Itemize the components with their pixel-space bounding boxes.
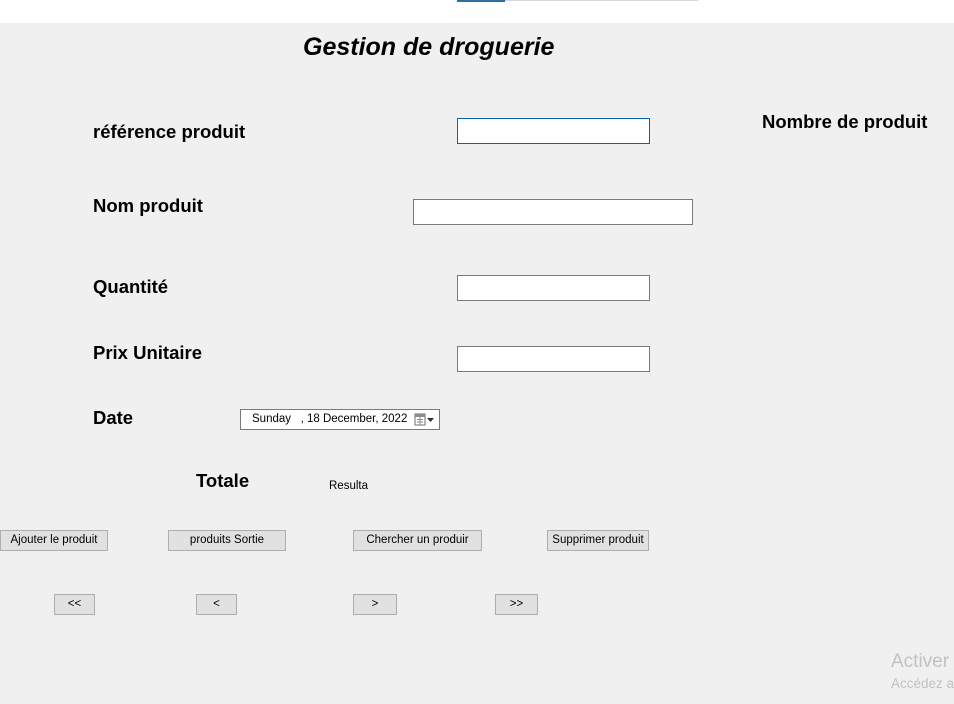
name-input[interactable] bbox=[413, 199, 693, 225]
reference-label: référence produit bbox=[93, 121, 246, 142]
product-count-label: Nombre de produit bbox=[762, 111, 928, 132]
date-label: Date bbox=[93, 407, 134, 428]
date-value: Sunday , 18 December, 2022 bbox=[252, 413, 408, 425]
next-record-button[interactable]: > bbox=[353, 594, 397, 615]
unit-price-input[interactable] bbox=[457, 346, 650, 372]
date-picker[interactable]: Sunday , 18 December, 2022 bbox=[240, 409, 440, 430]
total-label: Totale bbox=[196, 470, 250, 491]
top-strip bbox=[0, 0, 954, 23]
tab-divider-line bbox=[505, 0, 698, 1]
name-label: Nom produit bbox=[93, 195, 203, 216]
first-record-button[interactable]: << bbox=[54, 594, 95, 615]
search-product-button[interactable]: Chercher un produir bbox=[353, 530, 482, 551]
last-record-button[interactable]: >> bbox=[495, 594, 538, 615]
quantity-label: Quantité bbox=[93, 276, 169, 297]
quantity-input[interactable] bbox=[457, 275, 650, 301]
form-panel: Gestion de droguerie référence produit N… bbox=[0, 23, 954, 704]
activation-watermark-subtitle: Accédez a bbox=[891, 676, 954, 691]
products-out-button[interactable]: produits Sortie bbox=[168, 530, 286, 551]
reference-input[interactable] bbox=[457, 118, 650, 144]
activation-watermark-title: Activer bbox=[891, 651, 950, 672]
total-result: Resulta bbox=[329, 480, 368, 492]
delete-product-button[interactable]: Supprimer produit bbox=[547, 530, 649, 551]
tab-accent-line bbox=[457, 0, 505, 2]
unit-price-label: Prix Unitaire bbox=[93, 342, 202, 363]
add-product-button[interactable]: Ajouter le produit bbox=[0, 530, 108, 551]
previous-record-button[interactable]: < bbox=[196, 594, 237, 615]
form-title: Gestion de droguerie bbox=[303, 33, 555, 61]
calendar-dropdown-icon[interactable] bbox=[414, 413, 436, 426]
